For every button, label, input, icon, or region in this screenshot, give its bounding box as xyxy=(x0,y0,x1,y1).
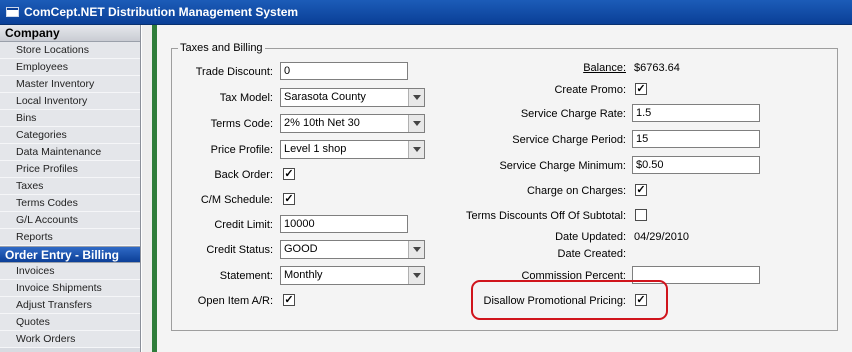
terms-code-value: 2% 10th Net 30 xyxy=(284,117,360,129)
splitter[interactable] xyxy=(142,25,152,352)
service-charge-period-input[interactable]: 15 xyxy=(632,130,760,148)
sidebar-item-reports[interactable]: Reports xyxy=(0,229,140,246)
tax-model-value: Sarasota County xyxy=(284,91,366,103)
charge-on-charges-label: Charge on Charges: xyxy=(526,185,626,197)
create-promo-checkbox[interactable]: ✓ xyxy=(635,83,647,95)
charge-on-charges-checkbox[interactable]: ✓ xyxy=(635,184,647,196)
credit-limit-input[interactable]: 10000 xyxy=(280,215,408,233)
sidebar-item-store-locations[interactable]: Store Locations xyxy=(0,42,140,59)
service-charge-rate-input[interactable]: 1.5 xyxy=(632,104,760,122)
service-charge-minimum-label: Service Charge Minimum: xyxy=(499,160,626,172)
price-profile-select[interactable]: Level 1 shop xyxy=(280,140,425,159)
credit-status-value: GOOD xyxy=(284,243,318,255)
service-charge-minimum-input[interactable]: $0.50 xyxy=(632,156,760,174)
sidebar-item-invoices[interactable]: Invoices xyxy=(0,263,140,280)
sidebar-item-gl-accounts[interactable]: G/L Accounts xyxy=(0,212,140,229)
sidebar-section-order-entry[interactable]: Order Entry - Billing xyxy=(0,246,140,263)
terms-discounts-checkbox[interactable] xyxy=(635,209,647,221)
window-title-bar: ComCept.NET Distribution Management Syst… xyxy=(0,0,852,25)
balance-value: $6763.64 xyxy=(634,62,680,74)
tax-model-label: Tax Model: xyxy=(219,92,273,104)
sidebar-item-quotes[interactable]: Quotes xyxy=(0,314,140,331)
sidebar-item-adjust-transfers[interactable]: Adjust Transfers xyxy=(0,297,140,314)
statement-label: Statement: xyxy=(219,270,273,282)
sidebar-item-terms-codes[interactable]: Terms Codes xyxy=(0,195,140,212)
service-charge-rate-label: Service Charge Rate: xyxy=(520,108,626,120)
date-created-label: Date Created: xyxy=(557,248,626,260)
credit-status-select[interactable]: GOOD xyxy=(280,240,425,259)
open-item-ar-checkbox[interactable]: ✓ xyxy=(283,294,295,306)
back-order-checkbox[interactable]: ✓ xyxy=(283,168,295,180)
create-promo-label: Create Promo: xyxy=(554,84,626,96)
date-updated-value: 04/29/2010 xyxy=(634,231,690,243)
sidebar-item-work-orders[interactable]: Work Orders xyxy=(0,331,140,348)
open-item-ar-label: Open Item A/R: xyxy=(197,295,273,307)
terms-code-select[interactable]: 2% 10th Net 30 xyxy=(280,114,425,133)
terms-discounts-label: Terms Discounts Off Of Subtotal: xyxy=(466,210,626,222)
statement-value: Monthly xyxy=(284,269,323,281)
chevron-down-icon[interactable] xyxy=(408,267,424,284)
cm-schedule-checkbox[interactable]: ✓ xyxy=(283,193,295,205)
sidebar-item-categories[interactable]: Categories xyxy=(0,127,140,144)
back-order-label: Back Order: xyxy=(214,169,273,181)
chevron-down-icon[interactable] xyxy=(408,141,424,158)
credit-status-label: Credit Status: xyxy=(206,244,273,256)
sidebar-section-company[interactable]: Company xyxy=(0,25,140,42)
price-profile-value: Level 1 shop xyxy=(284,143,347,155)
group-title: Taxes and Billing xyxy=(178,42,265,54)
sidebar-item-invoice-shipments[interactable]: Invoice Shipments xyxy=(0,280,140,297)
sidebar-item-employees[interactable]: Employees xyxy=(0,59,140,76)
credit-limit-label: Credit Limit: xyxy=(214,219,273,231)
sidebar-item-local-inventory[interactable]: Local Inventory xyxy=(0,93,140,110)
sidebar-item-data-maintenance[interactable]: Data Maintenance xyxy=(0,144,140,161)
chevron-down-icon[interactable] xyxy=(408,115,424,132)
highlight-annotation xyxy=(471,280,668,320)
window-icon xyxy=(6,7,19,17)
terms-code-label: Terms Code: xyxy=(210,118,273,130)
price-profile-label: Price Profile: xyxy=(210,144,273,156)
sidebar-item-taxes[interactable]: Taxes xyxy=(0,178,140,195)
chevron-down-icon[interactable] xyxy=(408,241,424,258)
trade-discount-input[interactable]: 0 xyxy=(280,62,408,80)
date-updated-label: Date Updated: xyxy=(555,231,626,243)
sidebar-item-master-inventory[interactable]: Master Inventory xyxy=(0,76,140,93)
service-charge-period-label: Service Charge Period: xyxy=(512,134,626,146)
sidebar-item-price-profiles[interactable]: Price Profiles xyxy=(0,161,140,178)
trade-discount-label: Trade Discount: xyxy=(195,66,273,78)
chevron-down-icon[interactable] xyxy=(408,89,424,106)
window-title: ComCept.NET Distribution Management Syst… xyxy=(24,5,299,19)
sidebar-item-bins[interactable]: Bins xyxy=(0,110,140,127)
tax-model-select[interactable]: Sarasota County xyxy=(280,88,425,107)
balance-label[interactable]: Balance: xyxy=(440,62,626,74)
cm-schedule-label: C/M Schedule: xyxy=(200,194,273,206)
sidebar: Company Store Locations Employees Master… xyxy=(0,25,141,352)
statement-select[interactable]: Monthly xyxy=(280,266,425,285)
